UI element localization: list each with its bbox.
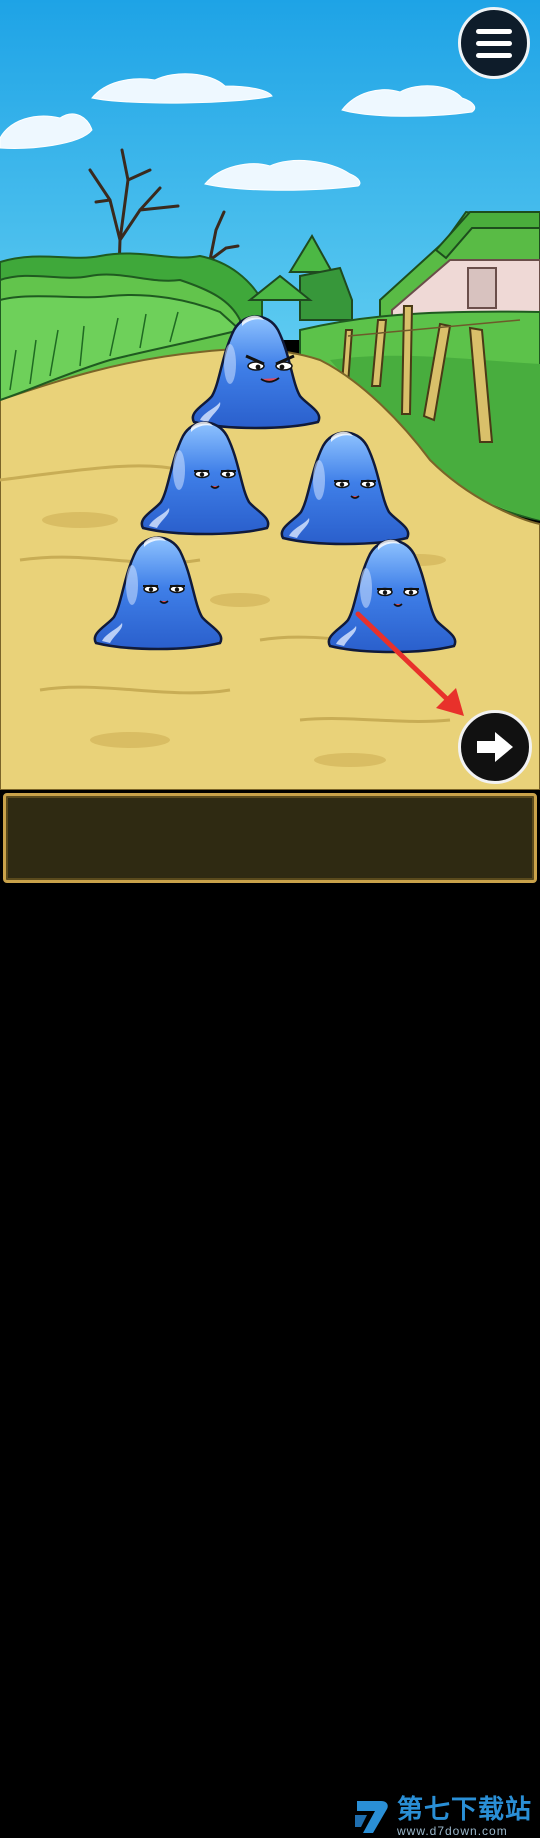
watermark-url: www.d7down.com bbox=[396, 1824, 508, 1838]
watermark: 第七下载站 www.d7down.com bbox=[351, 1796, 532, 1838]
scene-artwork bbox=[0, 0, 540, 790]
next-scene-button[interactable] bbox=[458, 710, 532, 784]
bottom-bar: 第七下载站 www.d7down.com bbox=[0, 884, 540, 1838]
game-scene[interactable] bbox=[0, 0, 540, 790]
d7-logo-icon bbox=[354, 1801, 388, 1833]
arrow-right-icon bbox=[477, 732, 513, 762]
menu-button[interactable] bbox=[458, 7, 530, 79]
watermark-name: 第七下载站 bbox=[396, 1795, 532, 1825]
menu-icon bbox=[476, 28, 512, 34]
message-box[interactable] bbox=[3, 793, 537, 883]
